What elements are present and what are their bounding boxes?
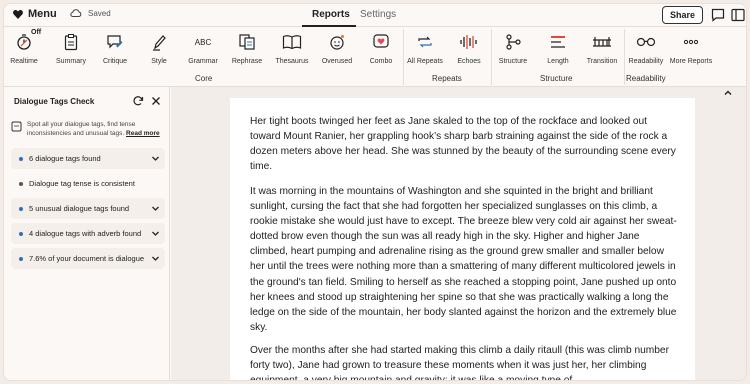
saved-label: Saved — [88, 8, 111, 18]
result-label: 7.6% of your document is dialogue — [29, 254, 145, 263]
tool-grammar[interactable]: ABC Grammar — [179, 32, 227, 65]
document-icon — [11, 121, 22, 132]
app-window: Menu Saved Reports Settings Share Off Re… — [3, 3, 747, 381]
tool-label: Rephrase — [231, 58, 263, 65]
tool-length[interactable]: Length — [534, 32, 582, 65]
chevron-down-icon[interactable] — [151, 254, 160, 263]
tab-reports[interactable]: Reports — [312, 9, 350, 20]
tool-label: Combo — [369, 58, 393, 65]
tool-more-reports[interactable]: More Reports — [664, 32, 718, 65]
tool-label: Realtime — [10, 58, 38, 65]
clipboard-icon — [64, 34, 78, 51]
description-text: Spot all your dialogue tags, find tense … — [27, 121, 136, 137]
tool-label: Grammar — [188, 58, 218, 65]
result-item[interactable]: 6 dialogue tags found — [11, 148, 165, 169]
lines-icon — [551, 36, 565, 48]
pen-icon — [153, 35, 166, 51]
result-item[interactable]: 5 unusual dialogue tags found — [11, 198, 165, 219]
tool-realtime[interactable]: Realtime — [4, 32, 48, 65]
menu-button[interactable]: Menu — [13, 8, 57, 20]
group-label-readability: Readability — [626, 74, 666, 83]
top-bar: Menu Saved Reports Settings Share — [4, 4, 746, 27]
tool-structure[interactable]: Structure — [489, 32, 537, 65]
tool-summary[interactable]: Summary — [47, 32, 95, 65]
tool-label: Overused — [321, 58, 353, 65]
tool-overused[interactable]: Overused — [313, 32, 361, 65]
result-item: Dialogue tag tense is consistent — [11, 173, 165, 194]
nodes-icon — [506, 34, 521, 50]
menu-label: Menu — [28, 8, 57, 20]
status-dot — [19, 257, 23, 261]
result-label: Dialogue tag tense is consistent — [29, 179, 135, 188]
tool-label: Transition — [586, 58, 618, 65]
group-label-core: Core — [195, 74, 213, 83]
report-toolbar: Off Realtime Summary Critique Style ABC … — [4, 27, 746, 87]
glasses-icon — [636, 37, 656, 47]
tool-style[interactable]: Style — [135, 32, 183, 65]
heart-logo-icon — [13, 9, 23, 19]
tool-label: Critique — [102, 58, 128, 65]
document-paragraph[interactable]: Over the months after she had started ma… — [250, 343, 678, 380]
tool-transition[interactable]: Transition — [578, 32, 626, 65]
heart-chat-icon — [373, 34, 389, 48]
abc-icon: ABC — [195, 38, 212, 47]
document-paragraph[interactable]: Her tight boots twinged her feet as Jane… — [250, 114, 678, 174]
rephrase-icon — [239, 34, 255, 50]
status-dot — [19, 232, 23, 236]
document-page[interactable]: Her tight boots twinged her feet as Jane… — [230, 98, 695, 380]
tool-label: Thesaurus — [275, 58, 309, 65]
status-dot — [19, 157, 23, 161]
tool-label: More Reports — [669, 58, 713, 65]
tool-rephrase[interactable]: Rephrase — [223, 32, 271, 65]
panel-title: Dialogue Tags Check — [14, 97, 95, 106]
group-label-repeats: Repeats — [432, 74, 462, 83]
tool-thesaurus[interactable]: Thesaurus — [268, 32, 316, 65]
chevron-down-icon[interactable] — [151, 154, 160, 163]
result-item[interactable]: 4 dialogue tags with adverb found — [11, 223, 165, 244]
smiley-icon — [330, 35, 344, 50]
result-label: 6 dialogue tags found — [29, 154, 101, 163]
chevron-up-icon[interactable] — [723, 88, 733, 98]
document-paragraph[interactable]: It was morning in the mountains of Washi… — [250, 184, 678, 335]
book-icon — [282, 35, 302, 50]
report-panel: Dialogue Tags Check Spot all your dialog… — [4, 87, 170, 380]
tool-all-repeats[interactable]: All Repeats — [401, 32, 449, 65]
chevron-down-icon[interactable] — [151, 204, 160, 213]
tool-label: Echoes — [457, 58, 481, 65]
waveform-icon — [460, 35, 477, 49]
tool-label: Structure — [498, 58, 528, 65]
status-dot — [19, 207, 23, 211]
tab-settings[interactable]: Settings — [360, 9, 396, 20]
close-icon[interactable] — [150, 95, 162, 107]
chat-edit-icon — [107, 35, 123, 49]
tool-label: Length — [547, 58, 569, 65]
svg-text:ABC: ABC — [195, 38, 212, 47]
tool-label: Style — [151, 58, 167, 65]
tool-label: All Repeats — [407, 58, 443, 65]
repeat-icon — [418, 36, 432, 48]
tool-readability[interactable]: Readability — [622, 32, 670, 65]
cloud-sync-icon — [70, 9, 82, 17]
bridge-icon — [593, 37, 611, 47]
panel-description: Spot all your dialogue tags, find tense … — [11, 120, 163, 138]
comment-icon[interactable] — [710, 7, 726, 23]
result-label: 4 dialogue tags with adverb found — [29, 229, 142, 238]
layout-icon[interactable] — [730, 7, 746, 23]
result-label: 5 unusual dialogue tags found — [29, 204, 130, 213]
read-more-link[interactable]: Read more — [126, 130, 160, 137]
stopwatch-icon — [17, 34, 31, 50]
tool-label: Summary — [56, 58, 86, 65]
result-item[interactable]: 7.6% of your document is dialogue — [11, 248, 165, 269]
group-label-structure: Structure — [540, 74, 573, 83]
status-dot — [19, 182, 23, 186]
save-status: Saved — [70, 8, 111, 18]
dots-icon — [683, 39, 699, 45]
share-button[interactable]: Share — [662, 6, 703, 24]
chevron-down-icon[interactable] — [151, 229, 160, 238]
tool-combo[interactable]: Combo — [357, 32, 405, 65]
tool-label: Readability — [628, 58, 664, 65]
refresh-icon[interactable] — [132, 95, 144, 107]
tool-echoes[interactable]: Echoes — [445, 32, 493, 65]
tool-critique[interactable]: Critique — [91, 32, 139, 65]
